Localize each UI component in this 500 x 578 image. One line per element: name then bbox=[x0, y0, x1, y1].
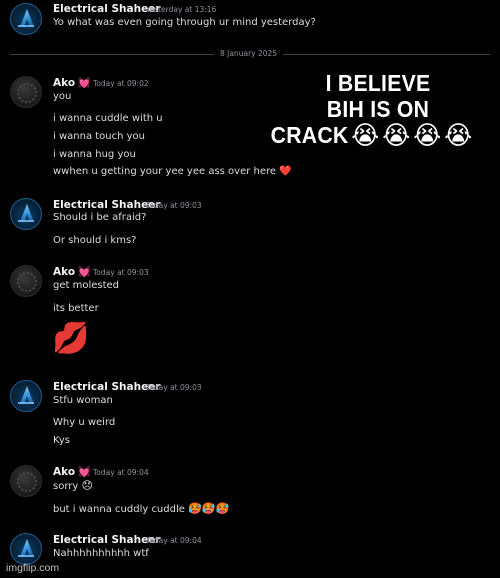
author-name[interactable]: Electrical Shaheer bbox=[53, 381, 161, 393]
avatar[interactable] bbox=[10, 380, 42, 412]
heart-badge-icon: 💓 bbox=[78, 78, 91, 89]
message-text: sorry bbox=[53, 481, 79, 492]
meme-caption: I BELIEVE BIH IS ON CRACK 😭 😭 😭 😭 bbox=[269, 70, 486, 148]
timestamp: Today at 09:02 bbox=[93, 79, 149, 88]
avatar[interactable] bbox=[10, 465, 42, 497]
author-name[interactable]: Electrical Shaheer bbox=[53, 3, 161, 15]
message-text: you bbox=[53, 91, 72, 102]
author-name[interactable]: Electrical Shaheer bbox=[53, 534, 161, 546]
avatar[interactable] bbox=[10, 265, 42, 297]
message-text-with-emoji: sorry 😞 bbox=[53, 480, 93, 493]
avatar[interactable] bbox=[10, 76, 42, 108]
timestamp: Today at 09:03 bbox=[93, 268, 149, 277]
logo-bar bbox=[18, 402, 34, 404]
message-text: Stfu woman bbox=[53, 395, 113, 406]
avatar-pattern bbox=[17, 272, 37, 292]
message-text: i wanna hug you bbox=[53, 149, 136, 160]
loudly-crying-emoji-icon: 😭 bbox=[382, 120, 411, 150]
meme-caption-line: BIH IS ON bbox=[326, 96, 430, 122]
message-text: i wanna cuddle with u bbox=[53, 113, 163, 124]
timestamp: Today at 09:04 bbox=[93, 468, 149, 477]
message-text: wwhen u getting your yee yee ass over he… bbox=[53, 166, 277, 177]
avatar-pattern bbox=[17, 472, 37, 492]
author-name[interactable]: Ako 💓 bbox=[53, 466, 91, 479]
date-divider-label: 8 January 2025 bbox=[214, 49, 284, 59]
author-name[interactable]: Ako 💓 bbox=[53, 266, 91, 279]
author-name[interactable]: Electrical Shaheer bbox=[53, 199, 161, 211]
message-text: Yo what was even going through ur mind y… bbox=[53, 17, 316, 28]
message-text: but i wanna cuddly cuddle bbox=[53, 504, 185, 515]
timestamp: Today at 09:04 bbox=[146, 536, 202, 545]
author-name-text: Ako bbox=[53, 466, 76, 478]
message-text: Kys bbox=[53, 435, 70, 446]
meme-caption-text: CRACK bbox=[270, 122, 349, 148]
message-text-with-emoji: wwhen u getting your yee yee ass over he… bbox=[53, 166, 292, 178]
red-heart-emoji-icon: ❤️ bbox=[279, 166, 292, 177]
watermark: imgflip.com bbox=[6, 562, 60, 574]
avatar[interactable] bbox=[10, 198, 42, 230]
message-text: its better bbox=[53, 303, 99, 314]
logo-bar bbox=[18, 555, 34, 557]
avatar[interactable] bbox=[10, 533, 42, 565]
heart-badge-icon: 💓 bbox=[78, 467, 91, 478]
message-text: Or should i kms? bbox=[53, 235, 137, 246]
loudly-crying-emoji-icon: 😭 bbox=[444, 120, 473, 150]
logo-bar bbox=[18, 220, 34, 222]
message-text: Nahhhhhhhhhh wtf bbox=[53, 548, 149, 559]
author-name-text: Ako bbox=[53, 266, 76, 278]
timestamp: Today at 09:03 bbox=[146, 201, 202, 210]
message-text: get molested bbox=[53, 280, 120, 291]
meme-caption-line: CRACK 😭 😭 😭 😭 bbox=[257, 122, 487, 148]
disappointed-face-emoji-icon: 😞 bbox=[81, 479, 93, 492]
heart-badge-icon: 💓 bbox=[78, 267, 91, 278]
kiss-lips-emoji-icon: 💋 bbox=[52, 321, 90, 356]
loudly-crying-emoji-icon: 😭 bbox=[413, 120, 442, 150]
loudly-crying-emoji-icon: 😭 bbox=[351, 120, 380, 150]
timestamp: Today at 09:03 bbox=[146, 383, 202, 392]
author-name-text: Ako bbox=[53, 77, 76, 89]
meme-caption-line: I BELIEVE bbox=[325, 70, 431, 96]
message-text: Why u weird bbox=[53, 417, 116, 428]
message-text-with-emoji: but i wanna cuddly cuddle 🥵🥵🥵 bbox=[53, 503, 229, 516]
hot-face-emoji-icon: 🥵🥵🥵 bbox=[188, 502, 230, 515]
logo-bar bbox=[18, 25, 34, 27]
message-text: i wanna touch you bbox=[53, 131, 146, 142]
avatar[interactable] bbox=[10, 3, 42, 35]
timestamp: Yesterday at 13:16 bbox=[146, 5, 217, 14]
author-name[interactable]: Ako 💓 bbox=[53, 77, 91, 90]
avatar-pattern bbox=[17, 83, 37, 103]
message-text: Should i be afraid? bbox=[53, 212, 147, 223]
